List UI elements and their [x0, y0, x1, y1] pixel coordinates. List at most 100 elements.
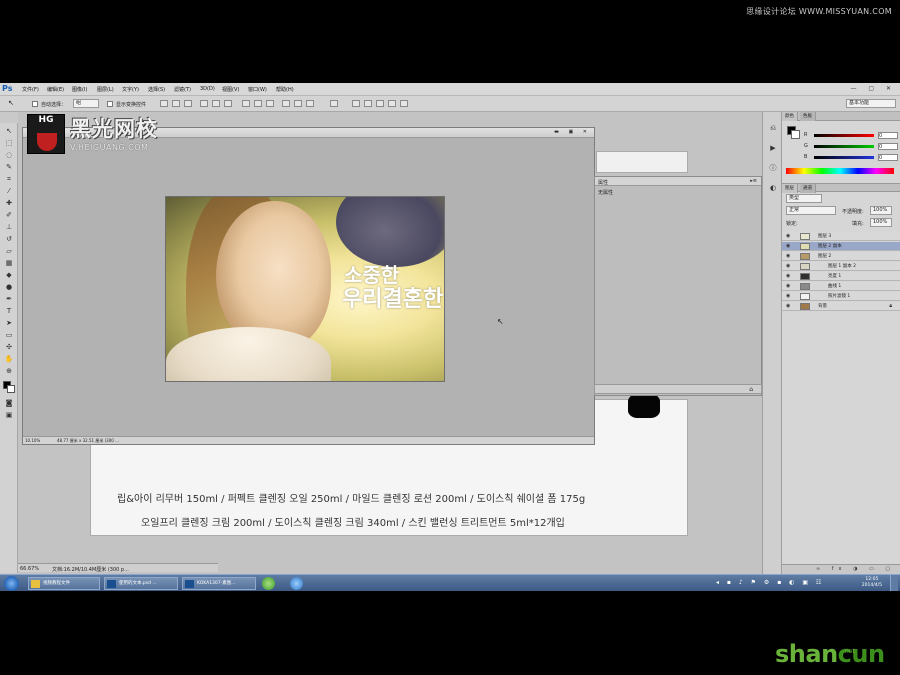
document-zoom[interactable]: 10.10% — [25, 438, 40, 443]
properties-tab[interactable]: 属性 — [598, 179, 608, 186]
screen-mode-icon[interactable]: ▣ — [4, 411, 14, 419]
3d-rotate-icon[interactable] — [352, 100, 360, 107]
start-button-icon[interactable] — [4, 576, 19, 591]
dodge-tool-icon[interactable]: ● — [4, 283, 14, 291]
menu-filter[interactable]: 滤镜(T) — [174, 86, 191, 93]
slider-g[interactable] — [814, 145, 874, 148]
trash-icon[interactable]: ⌂ — [749, 386, 753, 393]
tab-swatches[interactable]: 色板 — [800, 112, 816, 121]
healing-tool-icon[interactable]: ✚ — [4, 199, 14, 207]
tab-color[interactable]: 颜色 — [782, 112, 798, 121]
background-color-swatch[interactable] — [7, 385, 15, 393]
eye-icon[interactable]: ◉ — [786, 234, 791, 239]
menu-help[interactable]: 帮助(H) — [276, 86, 294, 93]
system-tray-icons[interactable]: ◂ ▪ ♪ ⚑ ⚙ ▪ ◐ ▣ ☷ — [716, 579, 824, 586]
move-tool-icon[interactable]: ↖ — [4, 127, 14, 135]
align-right-icon[interactable] — [224, 100, 232, 107]
workspace-dropdown[interactable]: 基本功能 — [846, 99, 896, 108]
browser-icon[interactable] — [290, 577, 303, 590]
distribute-right-icon[interactable] — [306, 100, 314, 107]
layer-row[interactable]: ◉ 背景 🔒︎ — [782, 302, 900, 311]
align-top-icon[interactable] — [160, 100, 168, 107]
value-b[interactable]: 0 — [878, 154, 898, 161]
menu-file[interactable]: 文件(F) — [22, 86, 39, 93]
crop-tool-icon[interactable]: ⌗ — [4, 175, 14, 183]
panel-menu-icon[interactable]: ▸≡ — [750, 178, 757, 184]
align-middle-icon[interactable] — [172, 100, 180, 107]
fill-input[interactable]: 100% — [870, 218, 892, 227]
blend-mode-dropdown[interactable]: 正常 — [786, 206, 836, 215]
main-zoom[interactable]: 66.67% — [20, 566, 39, 572]
3d-scale-icon[interactable] — [400, 100, 408, 107]
distribute-bottom-icon[interactable] — [266, 100, 274, 107]
menu-window[interactable]: 窗口(W) — [248, 86, 267, 93]
floating-document-window[interactable]: ▬ ▣ ✕ 소중한 우리결혼한 ↖ 10.10% 48.77 厘米 x 32.5… — [22, 127, 595, 445]
layer-row[interactable]: ◉ 照片滤镜 1 — [782, 292, 900, 301]
menu-view[interactable]: 视图(V) — [222, 86, 239, 93]
type-tool-icon[interactable]: T — [4, 307, 14, 315]
3d-roll-icon[interactable] — [364, 100, 372, 107]
distribute-top-icon[interactable] — [242, 100, 250, 107]
pen-tool-icon[interactable]: ✒ — [4, 295, 14, 303]
layer-row[interactable]: ◉ 曲线 1 — [782, 282, 900, 291]
value-r[interactable]: 0 — [878, 132, 898, 139]
clock[interactable]: 12:05 2014/4/5 — [862, 577, 882, 589]
tab-layers[interactable]: 图层 — [782, 184, 798, 193]
hand-tool-icon[interactable]: ✋ — [4, 355, 14, 363]
distribute-left-icon[interactable] — [282, 100, 290, 107]
distribute-center-icon[interactable] — [294, 100, 302, 107]
history-panel-icon[interactable]: ⎌ — [768, 124, 778, 132]
distribute-middle-icon[interactable] — [254, 100, 262, 107]
shape-tool-icon[interactable]: ▭ — [4, 331, 14, 339]
task-photoshop-2[interactable]: KOKA1307-素图... — [182, 577, 256, 590]
eye-icon[interactable]: ◉ — [786, 304, 791, 309]
path-select-tool-icon[interactable]: ➤ — [4, 319, 14, 327]
window-controls[interactable]: — ▢ ✕ — [850, 85, 896, 92]
opacity-input[interactable]: 100% — [870, 206, 892, 215]
layer-row[interactable]: ◉ 图层 2 — [782, 252, 900, 261]
align-left-icon[interactable] — [200, 100, 208, 107]
layer-row[interactable]: ◉ 图层 3 — [782, 232, 900, 241]
eraser-tool-icon[interactable]: ▱ — [4, 247, 14, 255]
layer-actions-icon[interactable]: ∞ fx ◑ ▭ ▢ ⌂ — [816, 566, 900, 572]
info-panel-icon[interactable]: ⓘ — [768, 164, 778, 172]
marquee-tool-icon[interactable]: ⬚ — [4, 139, 14, 147]
refresh-app-icon[interactable] — [262, 577, 275, 590]
eye-icon[interactable]: ◉ — [786, 244, 791, 249]
move-tool-icon[interactable]: ↖ — [8, 99, 14, 107]
eyedropper-tool-icon[interactable]: ⁄ — [4, 187, 14, 195]
eye-icon[interactable]: ◉ — [786, 254, 791, 259]
eye-icon[interactable]: ◉ — [786, 284, 791, 289]
show-transform-checkbox[interactable] — [107, 101, 113, 107]
menu-select[interactable]: 选择(S) — [148, 86, 165, 93]
layer-row[interactable]: ◉ 图层 1 副本 2 — [782, 262, 900, 271]
3d-drag-icon[interactable] — [376, 100, 384, 107]
blur-tool-icon[interactable]: ◆ — [4, 271, 14, 279]
stamp-tool-icon[interactable]: ⊥ — [4, 223, 14, 231]
actions-panel-icon[interactable]: ▶ — [768, 144, 778, 152]
align-center-icon[interactable] — [212, 100, 220, 107]
slider-b[interactable] — [814, 156, 874, 159]
task-photoshop-1[interactable]: 使用的文本.psd ... — [104, 577, 178, 590]
value-g[interactable]: 0 — [878, 143, 898, 150]
quick-select-tool-icon[interactable]: ✎ — [4, 163, 14, 171]
show-desktop-button[interactable] — [890, 575, 898, 591]
layer-row-selected[interactable]: ◉ 图层 2 副本 — [782, 242, 900, 251]
quick-mask-icon[interactable]: ◙ — [4, 399, 14, 407]
menu-3d[interactable]: 3D(D) — [200, 86, 215, 92]
tab-channels[interactable]: 通道 — [800, 184, 816, 193]
slider-r[interactable] — [814, 134, 874, 137]
menu-type[interactable]: 文字(Y) — [122, 86, 139, 93]
3d-slide-icon[interactable] — [388, 100, 396, 107]
brush-tool-icon[interactable]: ✐ — [4, 211, 14, 219]
eye-icon[interactable]: ◉ — [786, 294, 791, 299]
menu-edit[interactable]: 编辑(E) — [47, 86, 64, 93]
layer-row[interactable]: ◉ 亮度 1 — [782, 272, 900, 281]
zoom-tool-icon[interactable]: ⊕ — [4, 367, 14, 375]
eye-icon[interactable]: ◉ — [786, 274, 791, 279]
gradient-tool-icon[interactable]: ▦ — [4, 259, 14, 267]
lasso-tool-icon[interactable]: ◌ — [4, 151, 14, 159]
align-bottom-icon[interactable] — [184, 100, 192, 107]
document-window-controls[interactable]: ▬ ▣ ✕ — [554, 129, 591, 135]
auto-select-checkbox[interactable] — [32, 101, 38, 107]
